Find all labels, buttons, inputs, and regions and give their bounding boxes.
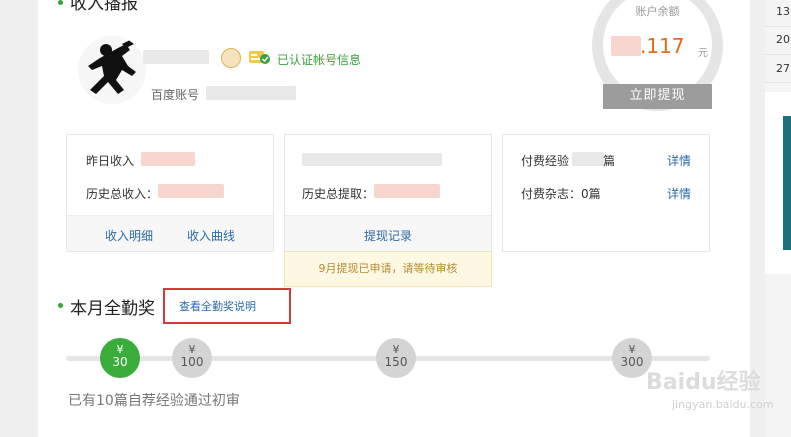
withdraw-notice: 9月提现已申请，请等待审核 xyxy=(284,251,492,287)
income-curve-link[interactable]: 收入曲线 xyxy=(187,227,235,244)
paid-experience-detail-link[interactable]: 详情 xyxy=(667,152,691,169)
withdraw-button[interactable]: 立即提现 xyxy=(603,84,712,109)
paid-experience-redacted xyxy=(572,152,604,166)
attendance-status: 已有10篇自荐经验通过初审 xyxy=(68,393,240,409)
verified-icon xyxy=(249,51,270,64)
milestone-value: 300 xyxy=(620,355,644,369)
paid-magazine-label: 付费杂志：0篇 xyxy=(521,187,601,201)
verified-account-link[interactable]: 已认证帐号信息 xyxy=(277,51,361,68)
divider xyxy=(765,54,791,55)
paid-experience-suffix: 篇 xyxy=(603,154,616,168)
watermark-url: jingyan.baidu.com xyxy=(672,398,774,411)
yesterday-income-label: 昨日收入 xyxy=(86,154,135,168)
total-income-redacted xyxy=(158,184,224,198)
balance-value: .117 xyxy=(640,34,685,58)
milestone-value: 100 xyxy=(180,355,204,369)
paid-magazine-detail-link[interactable]: 详情 xyxy=(667,185,691,202)
section-bullet xyxy=(58,0,63,5)
milestone-value: 30 xyxy=(112,355,128,369)
account-label: 百度账号 xyxy=(151,88,200,102)
balance-unit: 元 xyxy=(698,48,708,59)
attendance-explain-link[interactable]: 查看全勤奖说明 xyxy=(179,298,256,314)
section-bullet xyxy=(58,303,63,308)
right-panel-row: 13 xyxy=(776,5,790,18)
total-income-label: 历史总收入： xyxy=(86,187,159,201)
milestone-value: 150 xyxy=(384,355,408,369)
total-withdraw-redacted xyxy=(374,184,440,198)
username-redacted xyxy=(143,50,209,64)
right-panel-row: 20 xyxy=(776,33,790,46)
balance-label: 账户余额 xyxy=(635,5,680,18)
avatar[interactable] xyxy=(78,36,146,104)
income-detail-link[interactable]: 收入明细 xyxy=(105,227,153,244)
yesterday-income-redacted xyxy=(141,152,195,166)
right-panel-row: 27 xyxy=(776,62,790,75)
milestone-node: ¥30 xyxy=(100,338,140,378)
card-footer xyxy=(67,215,273,251)
account-id-redacted xyxy=(206,86,296,100)
divider xyxy=(765,82,791,83)
medal-icon xyxy=(221,48,241,68)
attendance-title: 本月全勤奖 xyxy=(70,299,155,319)
section-title: 收入播报 xyxy=(70,0,138,14)
runner-avatar-icon xyxy=(88,38,138,94)
withdraw-record-link[interactable]: 提现记录 xyxy=(364,227,412,244)
milestone-node: ¥150 xyxy=(376,338,416,378)
divider xyxy=(765,26,791,27)
balance-redacted xyxy=(611,36,641,56)
watermark-logo: Baidu经验 xyxy=(646,370,761,395)
paid-experience-label: 付费经验 xyxy=(521,154,570,168)
total-withdraw-label: 历史总提取： xyxy=(302,187,375,201)
milestone-node: ¥100 xyxy=(172,338,212,378)
right-ad-image[interactable] xyxy=(783,116,791,250)
withdraw-info-redacted xyxy=(302,153,442,166)
